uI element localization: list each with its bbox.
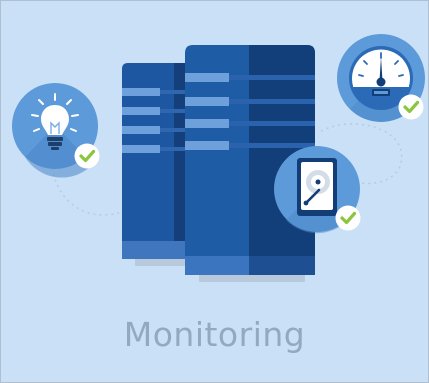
lightbulb-badge [12, 83, 100, 178]
speedometer-badge [337, 34, 425, 122]
server-back [122, 63, 191, 259]
checkmark-icon [398, 94, 424, 120]
hard-drive-badge [274, 146, 361, 234]
hard-drive-icon [297, 158, 337, 216]
checkmark-icon [335, 205, 361, 231]
monitoring-caption: Monitoring [123, 315, 306, 354]
server-shadow-front [199, 275, 305, 282]
checkmark-icon [74, 143, 100, 169]
monitoring-card: Monitoring [0, 0, 429, 383]
